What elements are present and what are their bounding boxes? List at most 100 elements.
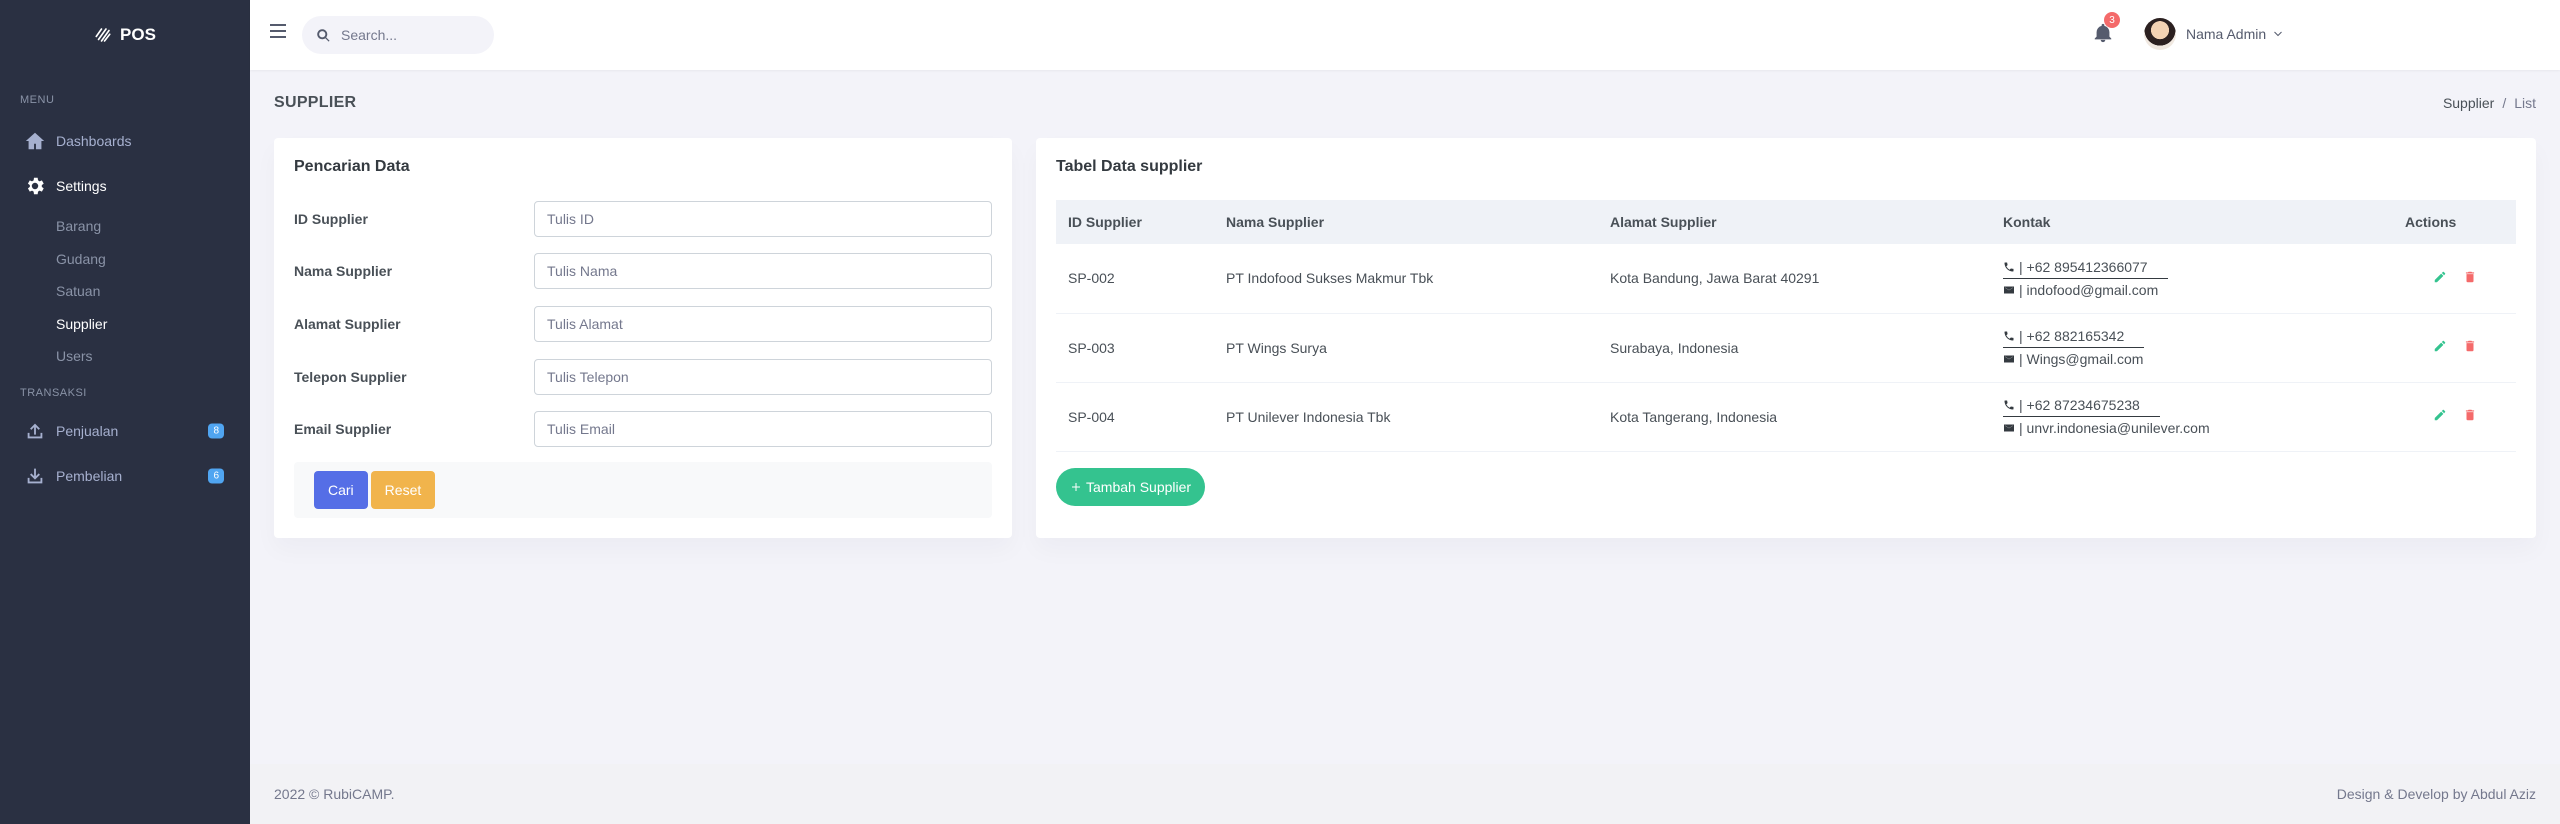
table-card-title: Tabel Data supplier [1056,158,1203,175]
alamat-supplier-label: Alamat Supplier [294,316,401,332]
search-input[interactable] [341,27,481,43]
sidebar-sub-users[interactable]: Users [0,340,250,373]
avatar[interactable] [2144,18,2176,50]
chevron-down-icon [2274,31,2283,37]
user-name: Nama Admin [2186,26,2267,42]
logo-text: POS [120,25,156,44]
table-row: SP-003 PT Wings Surya Surabaya, Indonesi… [1056,313,2516,383]
col-header-nama: Nama Supplier [1214,200,1598,244]
phone-icon [2004,400,2014,410]
envelope-icon [2004,355,2014,363]
col-header-kontak: Kontak [1991,200,2393,244]
download-icon [24,465,46,487]
sidebar-item-dashboards[interactable]: Dashboards [0,118,250,163]
sidebar-item-label: Settings [56,177,107,194]
col-header-id: ID Supplier [1056,200,1214,244]
phone-icon [2004,331,2014,341]
alamat-supplier-field[interactable] [534,306,992,342]
email-text: | indofood@gmail.com [2019,281,2159,298]
search-button[interactable]: Cari [314,471,368,509]
envelope-icon [2004,286,2014,294]
sidebar: POS MENU Dashboards Settings Barang Guda… [0,0,250,824]
edit-icon[interactable] [2433,408,2447,422]
transaksi-title: TRANSAKSI [20,386,87,399]
contact-email: | unvr.indonesia@unilever.com [2003,417,2381,439]
sidebar-item-penjualan[interactable]: Penjualan 8 [0,409,250,454]
cell-kontak: | +62 882165342 | Wings@gmail.com [1991,313,2393,383]
edit-icon[interactable] [2433,339,2447,353]
contact-email: | indofood@gmail.com [2003,279,2381,301]
sidebar-item-label: Pembelian [56,468,123,484]
contact-phone: | +62 882165342 [2003,325,2145,348]
sidebar-sub-barang[interactable]: Barang [0,210,250,243]
sidebar-sub-supplier[interactable]: Supplier [0,308,250,341]
cell-nama: PT Wings Surya [1214,313,1598,383]
breadcrumb-list: List [2514,95,2536,111]
cell-actions [2393,244,2516,314]
cell-actions [2393,382,2516,452]
delete-icon[interactable] [2463,339,2477,353]
sidebar-sub-gudang[interactable]: Gudang [0,243,250,276]
user-menu[interactable]: Nama Admin [2186,26,2284,42]
phone-text: | +62 895412366077 [2019,258,2148,275]
table-header-row: ID Supplier Nama Supplier Alamat Supplie… [1056,200,2516,244]
sidebar-item-label: Dashboards [56,132,132,149]
notification-badge: 3 [2104,12,2120,28]
sidebar-item-label: Penjualan [56,423,119,439]
col-header-actions: Actions [2393,200,2516,244]
phone-text: | +62 882165342 [2019,328,2125,344]
id-supplier-field[interactable] [534,201,992,237]
search-card: Pencarian Data ID Supplier Nama Supplier… [274,138,1012,538]
logo-icon [95,28,111,42]
form-actions: Cari Reset [294,462,992,518]
plus-icon [1072,483,1080,491]
sidebar-item-settings[interactable]: Settings [0,163,250,208]
gear-icon [24,175,46,197]
edit-icon[interactable] [2433,270,2447,284]
table-row: SP-002 PT Indofood Sukses Makmur Tbk Kot… [1056,244,2516,314]
phone-text: | +62 87234675238 [2019,397,2140,413]
search-box [302,16,494,54]
cell-alamat: Surabaya, Indonesia [1598,313,1991,383]
cell-nama: PT Unilever Indonesia Tbk [1214,382,1598,452]
cell-id: SP-002 [1056,244,1214,314]
footer: 2022 © RubiCAMP. Design & Develop by Abd… [250,764,2560,824]
cell-actions [2393,313,2516,383]
cell-kontak: | +62 87234675238 | unvr.indonesia@unile… [1991,382,2393,452]
search-card-title: Pencarian Data [294,158,410,175]
menu-title: MENU [20,94,55,106]
delete-icon[interactable] [2463,270,2477,284]
add-supplier-button[interactable]: Tambah Supplier [1056,468,1206,506]
form-row-alamat: Alamat Supplier [294,305,992,343]
col-header-alamat: Alamat Supplier [1598,200,1991,244]
table-card: Tabel Data supplier ID Supplier Nama Sup… [1036,138,2536,538]
reset-button[interactable]: Reset [370,471,436,509]
sidebar-sub-satuan[interactable]: Satuan [0,275,250,308]
sidebar-item-pembelian[interactable]: Pembelian 6 [0,454,250,499]
breadcrumb-separator: / [2502,95,2507,111]
cell-kontak: | +62 895412366077 | indofood@gmail.com [1991,244,2393,314]
delete-icon[interactable] [2463,408,2477,422]
search-icon [317,28,330,42]
add-supplier-label: Tambah Supplier [1086,479,1192,495]
form-row-telepon: Telepon Supplier [294,358,992,396]
hamburger-menu-icon[interactable] [270,24,286,40]
nama-supplier-field[interactable] [534,253,992,289]
cell-alamat: Kota Bandung, Jawa Barat 40291 [1598,244,1991,314]
email-text: | Wings@gmail.com [2019,351,2144,367]
logo[interactable]: POS [0,0,250,70]
form-row-nama: Nama Supplier [294,252,992,290]
footer-copyright: 2022 © RubiCAMP. [274,786,395,802]
breadcrumb-supplier[interactable]: Supplier [2443,95,2494,111]
home-icon [24,130,46,152]
breadcrumb: Supplier / List [2443,95,2536,111]
cell-alamat: Kota Tangerang, Indonesia [1598,382,1991,452]
email-supplier-field[interactable] [534,411,992,447]
telepon-supplier-field[interactable] [534,359,992,395]
pembelian-badge: 6 [208,468,224,484]
table-row: SP-004 PT Unilever Indonesia Tbk Kota Ta… [1056,382,2516,452]
cell-nama: PT Indofood Sukses Makmur Tbk [1214,244,1598,314]
form-row-id: ID Supplier [294,200,992,238]
nama-supplier-label: Nama Supplier [294,263,393,279]
supplier-table: ID Supplier Nama Supplier Alamat Supplie… [1056,200,2516,452]
